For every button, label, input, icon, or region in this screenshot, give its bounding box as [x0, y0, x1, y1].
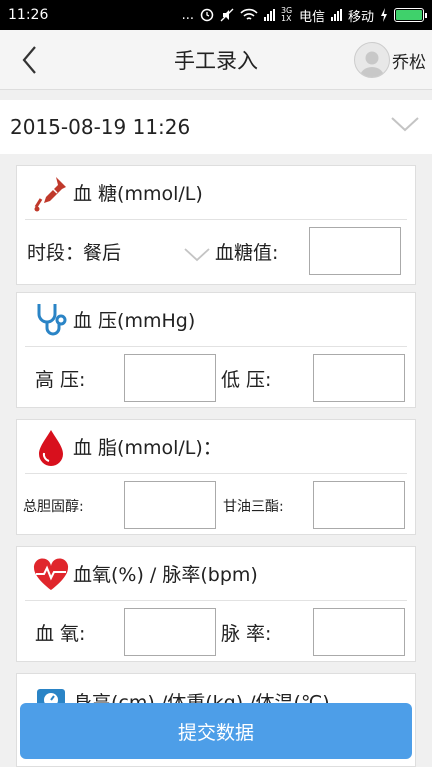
period-label: 时段： — [27, 242, 85, 264]
high-pressure-input[interactable] — [124, 354, 216, 402]
blood-pressure-card: 血 压(mmHg) 高 压: 低 压: — [16, 292, 416, 408]
wifi-icon — [240, 8, 258, 20]
blood-pressure-header: 血 压(mmHg) — [25, 293, 407, 347]
blood-pressure-body: 高 压: 低 压: — [17, 347, 415, 413]
oxygen-pulse-header: 血氧(%) / 脉率(bpm) — [25, 547, 407, 601]
blood-drop-icon — [29, 425, 73, 469]
signal-icon — [330, 9, 342, 21]
blood-lipid-body: 总胆固醇: 甘油三酯: — [17, 474, 415, 540]
carrier-telecom: 电信 — [298, 9, 325, 25]
blood-pressure-title: 血 压(mmHg) — [73, 310, 196, 332]
chevron-left-icon — [22, 46, 36, 74]
sugar-value-input[interactable] — [309, 227, 401, 275]
app-header: 手工录入 乔松 — [0, 30, 432, 90]
oxygen-pulse-title: 血氧(%) / 脉率(bpm) — [73, 564, 258, 586]
blood-lipid-title: 血 脂(mmol/L)： — [73, 437, 222, 459]
triglyceride-label: 甘油三酯: — [223, 499, 284, 515]
date-value: 2015-08-19 11:26 — [10, 115, 191, 139]
pulse-label: 脉 率: — [221, 623, 272, 645]
dropper-icon — [29, 171, 73, 215]
user-icon — [360, 51, 384, 77]
period-value[interactable]: 餐后 — [83, 238, 121, 265]
blood-sugar-card: 血 糖(mmol/L) 时段： 餐后 血糖值: — [16, 165, 416, 285]
pulse-input[interactable] — [313, 608, 405, 656]
avatar[interactable] — [354, 42, 390, 78]
blood-sugar-title: 血 糖(mmol/L) — [73, 183, 203, 205]
blood-sugar-body: 时段： 餐后 血糖值: — [17, 220, 415, 286]
oxygen-input[interactable] — [124, 608, 216, 656]
date-selector[interactable]: 2015-08-19 11:26 — [0, 100, 432, 154]
page-title: 手工录入 — [174, 48, 258, 73]
notification-dots: ... — [181, 7, 194, 23]
user-name: 乔松 — [392, 52, 426, 73]
low-pressure-input[interactable] — [313, 354, 405, 402]
battery-icon — [394, 8, 427, 22]
period-dropdown-icon[interactable] — [183, 246, 211, 264]
mute-icon — [220, 8, 234, 22]
blood-sugar-header: 血 糖(mmol/L) — [25, 166, 407, 220]
user-profile[interactable]: 乔松 — [354, 40, 426, 80]
low-pressure-label: 低 压: — [221, 369, 272, 391]
stethoscope-icon — [29, 298, 73, 342]
carrier-mobile: 移动 — [347, 9, 374, 25]
oxygen-label: 血 氧: — [35, 623, 86, 645]
heart-pulse-icon — [29, 552, 73, 596]
net-type: 3G 1X — [280, 6, 293, 23]
signal-3g-icon — [263, 9, 275, 21]
cholesterol-label: 总胆固醇: — [23, 499, 84, 515]
chevron-down-icon[interactable] — [390, 114, 420, 136]
back-button[interactable] — [14, 40, 44, 80]
oxygen-pulse-body: 血 氧: 脉 率: — [17, 601, 415, 667]
charging-icon — [381, 8, 387, 22]
cholesterol-input[interactable] — [124, 481, 216, 529]
status-bar: 11:26 ... 3G 1X 电信 移动 — [0, 0, 432, 30]
alarm-icon — [200, 8, 214, 22]
status-time: 11:26 — [8, 7, 49, 23]
sugar-value-label: 血糖值: — [215, 242, 279, 264]
triglyceride-input[interactable] — [313, 481, 405, 529]
status-icons: ... 3G 1X 电信 移动 — [181, 6, 427, 25]
high-pressure-label: 高 压: — [35, 369, 86, 391]
submit-button[interactable]: 提交数据 — [20, 703, 412, 759]
oxygen-pulse-card: 血氧(%) / 脉率(bpm) 血 氧: 脉 率: — [16, 546, 416, 662]
blood-lipid-card: 血 脂(mmol/L)： 总胆固醇: 甘油三酯: — [16, 419, 416, 535]
blood-lipid-header: 血 脂(mmol/L)： — [25, 420, 407, 474]
